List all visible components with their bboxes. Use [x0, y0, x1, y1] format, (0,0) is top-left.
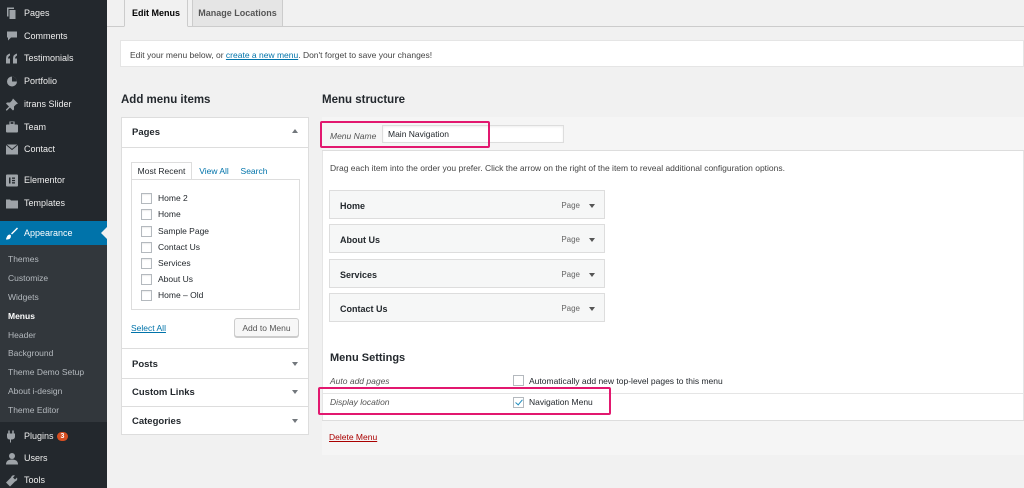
delete-menu-link[interactable]: Delete Menu [329, 432, 377, 442]
submenu-header[interactable]: Header [8, 330, 36, 340]
menu-settings-title: Menu Settings [330, 352, 406, 364]
menu-item-about-us[interactable]: About Us Page [329, 224, 605, 253]
expand-arrow-icon[interactable] [292, 362, 298, 366]
plug-icon [5, 430, 18, 443]
menu-item-home[interactable]: Home Page [329, 190, 605, 219]
page-checkbox[interactable] [141, 273, 152, 285]
sidebar-item-contact[interactable]: Contact [0, 138, 107, 160]
admin-sidebar: Pages Comments Testimonials Portfolio it… [0, 0, 107, 488]
list-item[interactable]: Home – Old [141, 289, 203, 301]
collapse-arrow-icon[interactable] [292, 129, 298, 133]
menu-item-contact-us[interactable]: Contact Us Page [329, 293, 605, 322]
custom-links-section-header[interactable]: Custom Links [132, 387, 195, 398]
sidebar-item-tools[interactable]: Tools [0, 469, 107, 488]
notice-text-before: Edit your menu below, or [130, 50, 226, 60]
list-item[interactable]: Contact Us [141, 241, 200, 253]
comments-icon [5, 30, 18, 43]
sidebar-item-users[interactable]: Users [0, 447, 107, 469]
pages-icon [5, 7, 18, 20]
expand-arrow-icon[interactable] [292, 419, 298, 423]
create-new-menu-link[interactable]: create a new menu [226, 50, 298, 60]
mail-icon [5, 143, 18, 156]
team-icon [5, 121, 18, 134]
expand-arrow-icon[interactable] [589, 273, 595, 277]
pages-section-header[interactable]: Pages [132, 127, 160, 138]
list-item[interactable]: Home 2 [141, 192, 188, 204]
page-checkbox[interactable] [141, 257, 152, 269]
submenu-themes[interactable]: Themes [8, 254, 39, 264]
tab-edit-menus[interactable]: Edit Menus [124, 0, 188, 27]
sidebar-item-plugins[interactable]: Plugins 3 [0, 425, 107, 447]
submenu-menus[interactable]: Menus [8, 311, 35, 321]
sidebar-item-team[interactable]: Team [0, 116, 107, 138]
brush-icon [5, 227, 18, 240]
list-item[interactable]: Services [141, 257, 191, 269]
menu-name-highlight [320, 121, 490, 148]
page-checkbox[interactable] [141, 241, 152, 253]
auto-add-pages-checkbox[interactable] [513, 375, 524, 386]
wrench-icon [5, 474, 18, 487]
submenu-widgets[interactable]: Widgets [8, 292, 39, 302]
sidebar-item-templates[interactable]: Templates [0, 192, 107, 214]
submenu-theme-editor[interactable]: Theme Editor [8, 405, 59, 415]
notice-text-after: . Don't forget to save your changes! [298, 50, 433, 60]
add-menu-items-title: Add menu items [121, 94, 211, 106]
menu-item-services[interactable]: Services Page [329, 259, 605, 288]
list-item[interactable]: About Us [141, 273, 193, 285]
menu-footer [322, 420, 1024, 455]
plugins-label: Plugins [24, 431, 54, 441]
pages-checklist: Home 2 Home Sample Page Contact Us Servi… [131, 179, 300, 310]
page-checkbox[interactable] [141, 289, 152, 301]
auto-add-pages-text: Automatically add new top-level pages to… [529, 376, 723, 386]
folder-icon [5, 197, 18, 210]
appearance-submenu: Themes Customize Widgets Menus Header Ba… [0, 245, 107, 422]
submenu-about-i-design[interactable]: About i-design [8, 386, 62, 396]
submenu-theme-demo-setup[interactable]: Theme Demo Setup [8, 367, 84, 377]
page-checkbox[interactable] [141, 208, 152, 220]
posts-section-header[interactable]: Posts [132, 359, 158, 370]
sidebar-item-elementor[interactable]: Elementor [0, 169, 107, 191]
tab-manage-locations[interactable]: Manage Locations [192, 0, 283, 27]
portfolio-icon [5, 75, 18, 88]
list-item[interactable]: Sample Page [141, 225, 209, 237]
sidebar-item-pages[interactable]: Pages [0, 2, 107, 24]
quote-icon [5, 52, 18, 65]
select-all-link[interactable]: Select All [131, 323, 166, 333]
sidebar-item-comments[interactable]: Comments [0, 25, 107, 47]
active-indicator [101, 227, 107, 239]
page-checkbox[interactable] [141, 225, 152, 237]
plugins-update-badge: 3 [56, 432, 69, 441]
elementor-icon [5, 174, 18, 187]
menu-structure-title: Menu structure [322, 94, 406, 106]
user-icon [5, 452, 18, 465]
display-location-highlight [318, 387, 611, 415]
list-item[interactable]: Home [141, 208, 181, 220]
expand-arrow-icon[interactable] [589, 238, 595, 242]
page-checkbox[interactable] [141, 192, 152, 204]
tab-view-all[interactable]: View All [196, 162, 232, 180]
sidebar-item-appearance[interactable]: Appearance [0, 221, 107, 245]
auto-add-pages-label: Auto add pages [330, 376, 390, 386]
sidebar-item-itrans-slider[interactable]: itrans Slider [0, 93, 107, 115]
categories-section-header[interactable]: Categories [132, 416, 181, 427]
expand-arrow-icon[interactable] [589, 204, 595, 208]
pin-icon [5, 98, 18, 111]
submenu-background[interactable]: Background [8, 348, 53, 358]
sidebar-item-testimonials[interactable]: Testimonials [0, 47, 107, 69]
sidebar-item-portfolio[interactable]: Portfolio [0, 70, 107, 92]
notice-bar: Edit your menu below, or create a new me… [120, 40, 1024, 67]
expand-arrow-icon[interactable] [589, 307, 595, 311]
expand-arrow-icon[interactable] [292, 390, 298, 394]
add-to-menu-button[interactable]: Add to Menu [234, 318, 299, 337]
tab-most-recent[interactable]: Most Recent [131, 162, 192, 180]
drag-help-text: Drag each item into the order you prefer… [330, 163, 785, 173]
submenu-customize[interactable]: Customize [8, 273, 48, 283]
tab-search[interactable]: Search [238, 162, 270, 180]
